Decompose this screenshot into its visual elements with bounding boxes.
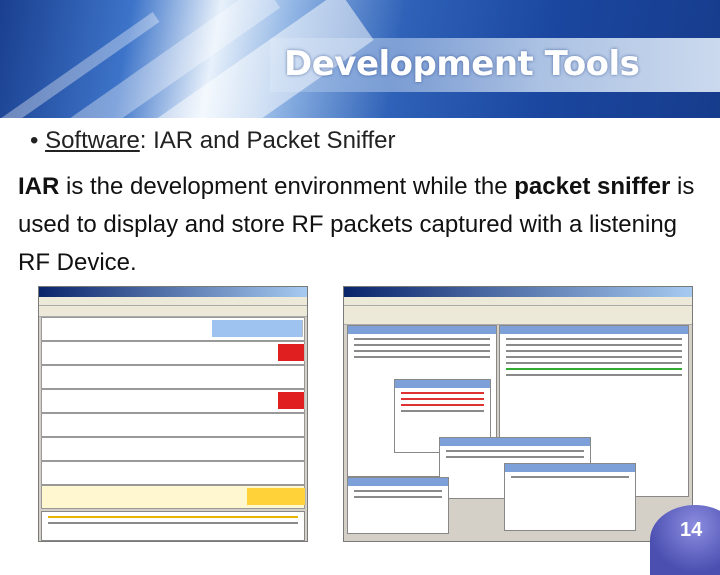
packet-sniffer-screenshot bbox=[38, 286, 308, 542]
timeline-pane bbox=[41, 511, 305, 541]
bullet-text: : IAR and Packet Sniffer bbox=[139, 127, 396, 154]
description-paragraph: IAR is the development environment while… bbox=[18, 168, 708, 282]
bullet-software: • Software: IAR and Packet Sniffer bbox=[30, 127, 396, 154]
window-menubar bbox=[344, 297, 692, 306]
slide-header: Development Tools bbox=[0, 0, 720, 118]
page-number: 14 bbox=[680, 519, 703, 541]
window-menubar bbox=[39, 297, 307, 306]
window-titlebar bbox=[39, 287, 307, 297]
window-toolbar bbox=[39, 306, 307, 317]
para-text: is the development environment while the bbox=[59, 173, 515, 200]
term-iar: IAR bbox=[18, 173, 60, 200]
slide-title: Development Tools bbox=[284, 44, 640, 84]
window-titlebar bbox=[344, 287, 692, 297]
locals-pane bbox=[504, 463, 636, 531]
bullet-term: Software bbox=[45, 127, 140, 154]
disassembly-pane bbox=[347, 477, 449, 534]
term-packet-sniffer: packet sniffer bbox=[514, 173, 671, 200]
iar-workbench-screenshot bbox=[343, 286, 693, 542]
window-toolbar bbox=[344, 306, 692, 325]
